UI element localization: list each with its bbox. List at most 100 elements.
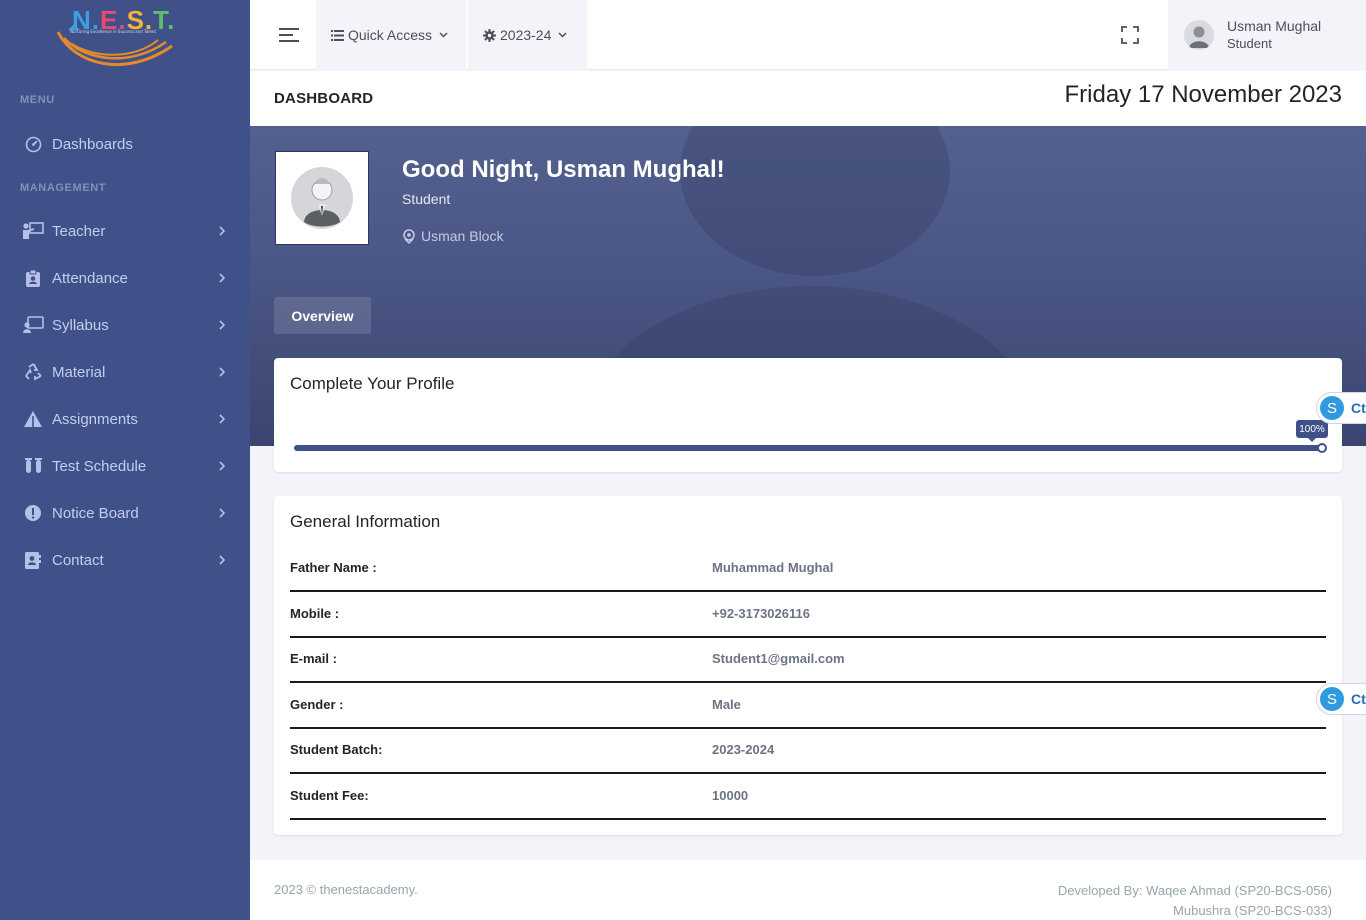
info-label: E-mail : [290,651,337,666]
footer-copyright: 2023 © thenestacademy. [274,882,418,897]
profile-picture [275,151,369,245]
avatar [1184,20,1214,50]
menu-section-title: MENU [20,94,55,106]
sidebar-item-label: Dashboards [52,135,133,153]
gear-icon [483,28,496,42]
list-icon [331,29,344,41]
sidebar-item-test-schedule[interactable]: Test Schedule [0,446,250,486]
current-date: Friday 17 November 2023 [1064,81,1342,108]
chevron-down-icon [558,32,567,38]
page-title-bar: DASHBOARD Friday 17 November 2023 [250,71,1366,126]
profile-role: Student [402,191,451,207]
footer: 2023 © thenestacademy. Developed By: Waq… [250,860,1366,920]
info-row-student-fee: Student Fee: 10000 [290,774,1326,820]
hamburger-menu-icon[interactable] [278,26,300,44]
address-book-icon [22,550,44,570]
complete-profile-card: Complete Your Profile 100% [274,358,1342,472]
management-section-title: MANAGEMENT [20,182,107,194]
general-information-card: General Information Father Name : Muhamm… [274,496,1342,835]
page-title: DASHBOARD [274,90,374,107]
footer-dev-line: Mubushra (SP20-BCS-033) [1173,903,1332,918]
sidebar-item-notice-board[interactable]: Notice Board [0,493,250,533]
tab-overview[interactable]: Overview [274,297,371,334]
sidebar-item-teacher[interactable]: Teacher [0,211,250,251]
info-value: Muhammad Mughal [712,560,834,575]
info-value: +92-3173026116 [712,606,810,621]
info-label: Father Name : [290,560,377,575]
location-text: Usman Block [421,228,504,244]
sidebar-item-dashboards[interactable]: Dashboards [0,124,250,164]
info-row-mobile: Mobile : +92-3173026116 [290,592,1326,638]
sidebar-item-label: Material [52,363,106,381]
greeting-heading: Good Night, Usman Mughal! [402,156,725,183]
clipboard-user-icon [22,268,44,288]
chevron-right-icon [218,506,226,523]
recycle-icon [22,362,44,382]
chevron-down-icon [439,32,448,38]
skype-icon: S [1320,396,1344,420]
info-row-email: E-mail : Student1@gmail.com [290,637,1326,683]
session-dropdown[interactable]: 2023-24 [468,0,587,70]
sidebar-item-label: Assignments [52,410,138,428]
sidebar-item-syllabus[interactable]: Syllabus [0,305,250,345]
chevron-right-icon [218,271,226,288]
sidebar-item-label: Teacher [52,222,106,240]
info-row-gender: Gender : Male [290,683,1326,729]
info-value: 10000 [712,788,749,803]
floating-widget[interactable]: S Ctr [1316,392,1366,424]
session-label: 2023-24 [500,27,552,43]
footer-credits: Developed By: Waqee Ahmad (SP20-BCS-056)… [1058,881,1332,920]
teacher-board-icon [22,221,44,241]
info-row-student-batch: Student Batch: 2023-2024 [290,728,1326,774]
progress-fill [294,445,1322,451]
floating-widget-text: Ctr [1351,691,1366,707]
sidebar-item-label: Test Schedule [52,457,147,475]
banner-silhouette-head [680,126,950,276]
sidebar-item-material[interactable]: Material [0,352,250,392]
fullscreen-icon[interactable] [1121,26,1139,44]
logo-tagline: Nurturing Excellence in Success and Tale… [70,29,157,34]
sidebar-item-label: Contact [52,551,104,569]
skype-icon: S [1320,687,1344,711]
sidebar: N.E.S.T. Nurturing Excellence in Success… [0,0,250,920]
map-pin-icon [403,228,415,244]
complete-profile-title: Complete Your Profile [290,374,455,393]
info-label: Student Fee: [290,788,369,803]
info-row-father-name: Father Name : Muhammad Mughal [290,546,1326,592]
progress-knob [1317,443,1327,453]
user-name: Usman Mughal [1227,18,1322,34]
sidebar-item-contact[interactable]: Contact [0,540,250,580]
speedometer-icon [22,134,44,154]
logo[interactable]: N.E.S.T. Nurturing Excellence in Success… [50,2,180,74]
sidebar-item-attendance[interactable]: Attendance [0,258,250,298]
triangle-icon [22,409,44,429]
info-value: 2023-2024 [712,742,775,757]
sidebar-item-label: Syllabus [52,316,109,334]
user-menu[interactable]: Usman Mughal Student [1168,0,1366,70]
chevron-right-icon [218,412,226,429]
test-tubes-icon [22,456,44,476]
info-label: Mobile : [290,606,340,621]
sidebar-item-assignments[interactable]: Assignments [0,399,250,439]
footer-dev-line: Developed By: Waqee Ahmad (SP20-BCS-056) [1057,883,1332,898]
quick-access-label: Quick Access [348,27,433,43]
chevron-right-icon [218,318,226,335]
floating-widget-text: Ctr [1351,400,1366,416]
user-role: Student [1227,36,1272,51]
profile-location: Usman Block [402,228,503,244]
progress-badge: 100% [1296,420,1328,442]
quick-access-dropdown[interactable]: Quick Access [316,0,466,70]
sidebar-item-label: Notice Board [52,504,139,522]
profile-progress-bar: 100% [294,420,1328,453]
user-avatar-icon [291,167,353,229]
info-label: Student Batch: [290,742,383,757]
presentation-icon [22,315,44,335]
chevron-right-icon [218,553,226,570]
exclamation-circle-icon [22,503,44,523]
general-information-title: General Information [290,512,441,531]
info-label: Gender : [290,697,344,712]
info-value: Student1@gmail.com [712,651,845,666]
floating-widget[interactable]: S Ctr [1316,683,1366,715]
topbar: Quick Access 2023-24 Usman Mughal Studen… [250,0,1366,70]
sidebar-item-label: Attendance [52,269,128,287]
